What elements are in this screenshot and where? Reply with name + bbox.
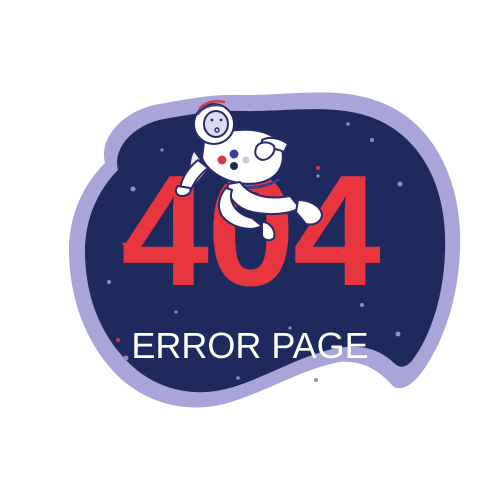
error-404-artwork: 404 ERROR PAGE xyxy=(68,92,461,408)
star xyxy=(123,355,129,361)
star xyxy=(236,376,240,380)
astronaut-left-glove xyxy=(174,185,192,197)
chest-button-gray xyxy=(242,156,250,164)
star-red xyxy=(116,338,120,342)
star xyxy=(397,181,403,187)
chest-button-navy xyxy=(230,162,238,170)
star xyxy=(107,280,111,284)
star xyxy=(314,378,318,382)
chest-button-red xyxy=(217,155,227,165)
star xyxy=(346,122,350,126)
error-404-illustration: 404 ERROR PAGE xyxy=(0,0,500,500)
astronaut-eye xyxy=(219,118,223,122)
star xyxy=(370,138,374,142)
astronaut-visor xyxy=(203,110,229,138)
star xyxy=(395,331,401,337)
astronaut-eye xyxy=(210,118,214,122)
chest-button-blue xyxy=(229,149,239,159)
error-label: ERROR PAGE xyxy=(131,325,368,366)
